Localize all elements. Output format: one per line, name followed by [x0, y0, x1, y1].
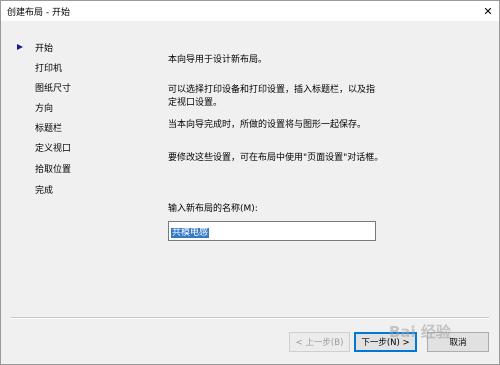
description-line-1: 可以选择打印设备和打印设置，插入标题栏，以及指 [168, 85, 376, 95]
save-note-text: 当本向导完成时，所做的设置将与图形一起保存。 [168, 120, 367, 130]
create-layout-dialog: 创建布局 - 开始 ✕ 开始 打印机 图纸尺寸 方向 标题栏 定义视口 拾取位置… [0, 0, 500, 365]
layout-name-input[interactable]: 共模电感 [168, 221, 376, 241]
description-line-2: 定视口设置。 [168, 98, 223, 108]
title-bar: 创建布局 - 开始 ✕ [1, 1, 499, 21]
intro-text: 本向导用于设计新布局。 [168, 55, 268, 65]
window-title: 创建布局 - 开始 [7, 8, 70, 18]
step-paper-size: 图纸尺寸 [35, 84, 72, 94]
layout-name-label: 输入新布局的名称(M): [168, 204, 258, 214]
current-step-arrow-icon [17, 44, 23, 50]
back-button[interactable]: < 上一步(B) [289, 332, 350, 352]
step-title-block: 标题栏 [35, 124, 63, 134]
step-start: 开始 [35, 44, 54, 54]
watermark-logo: Bai 经验 [389, 323, 451, 341]
step-finish: 完成 [35, 186, 54, 196]
step-orientation: 方向 [35, 104, 54, 114]
step-define-viewport: 定义视口 [35, 144, 72, 154]
dialog-body: 开始 打印机 图纸尺寸 方向 标题栏 定义视口 拾取位置 完成 本向导用于设计新… [1, 21, 499, 364]
modify-note-text: 要修改这些设置，可在布局中使用"页面设置"对话框。 [168, 153, 384, 163]
step-pick-location: 拾取位置 [35, 165, 72, 175]
separator-line [11, 317, 489, 319]
layout-name-value: 共模电感 [171, 228, 210, 238]
step-printer: 打印机 [35, 64, 63, 74]
close-icon[interactable]: ✕ [477, 1, 499, 21]
